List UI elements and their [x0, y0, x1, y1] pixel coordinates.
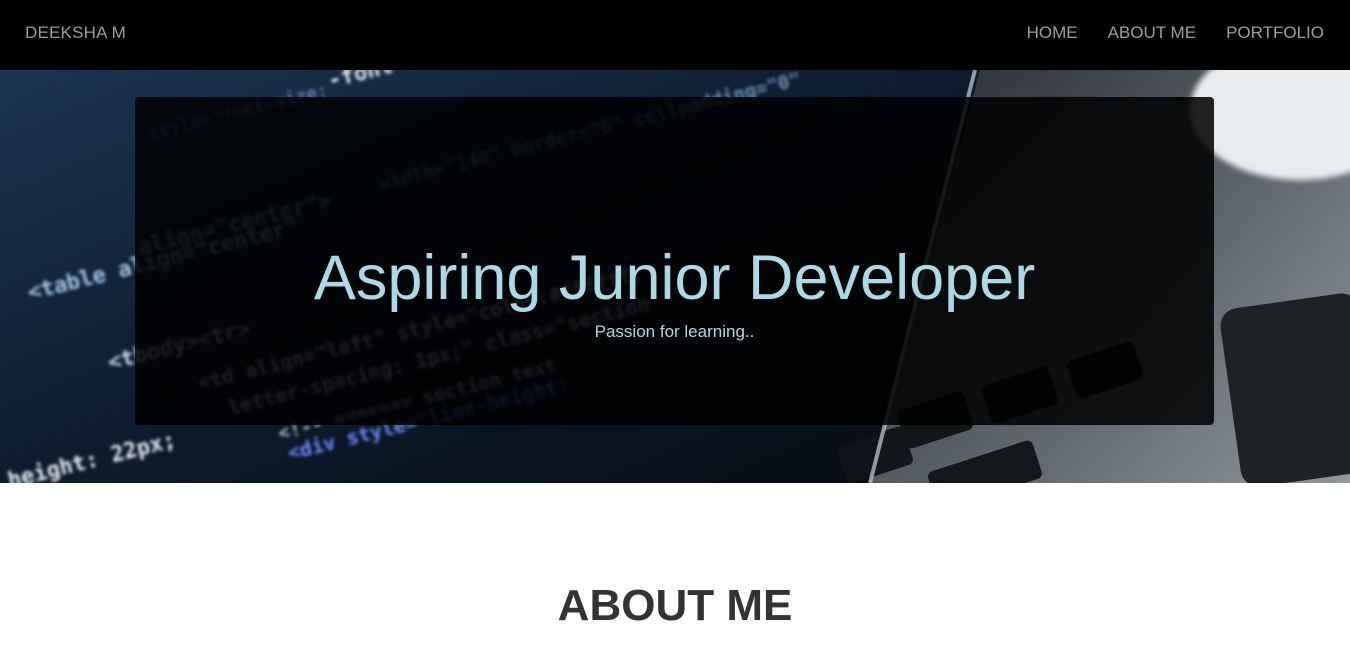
hero-panel: Aspiring Junior Developer Passion for le… [135, 97, 1214, 425]
hero-subtitle: Passion for learning.. [594, 322, 755, 341]
nav-link-home[interactable]: HOME [1027, 23, 1078, 43]
hero-section: -font-size: 20px; style="font-size: widt… [0, 70, 1350, 483]
about-heading: ABOUT ME [557, 581, 793, 630]
nav-links: HOME ABOUT ME PORTFOLIO [1027, 23, 1324, 43]
navbar: DEEKSHA M HOME ABOUT ME PORTFOLIO [0, 0, 1350, 70]
brand-link[interactable]: DEEKSHA M [25, 23, 126, 43]
hero-title: Aspiring Junior Developer [313, 243, 1036, 313]
nav-link-about-me[interactable]: ABOUT ME [1108, 23, 1196, 43]
nav-link-portfolio[interactable]: PORTFOLIO [1226, 23, 1324, 43]
